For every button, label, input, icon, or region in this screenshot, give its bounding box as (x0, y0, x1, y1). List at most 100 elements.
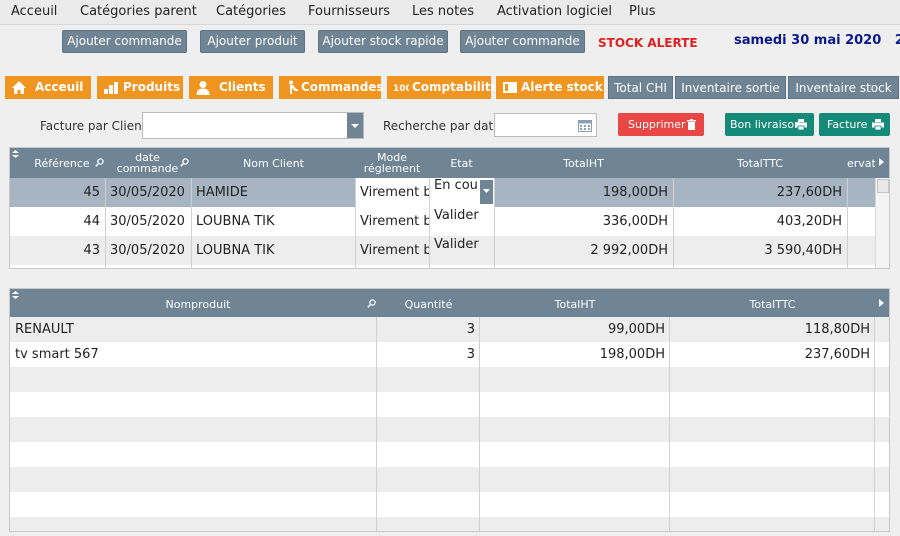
table-row[interactable]: tv smart 567 3 198,00DH 237,60DH (10, 342, 889, 367)
cell-mode: Virement b (355, 178, 429, 207)
table-row-empty (10, 467, 889, 492)
table-row[interactable]: 43 30/05/2020 LOUBNA TIK Virement b Vali… (10, 236, 875, 265)
client-select-toggle[interactable] (347, 113, 363, 138)
table-row-empty (10, 417, 889, 442)
table-row[interactable]: 44 30/05/2020 LOUBNA TIK Virement b Vali… (10, 207, 875, 236)
col-nom-client[interactable]: Nom Client (192, 148, 355, 178)
nav-clients-label: Clients (219, 80, 266, 94)
col-total-ht[interactable]: TotalHT (494, 148, 673, 178)
add-order-button[interactable]: Ajouter commande (62, 30, 187, 53)
col-divider (105, 178, 106, 268)
total-chi-button[interactable]: Total CHI (608, 76, 673, 99)
products-icon (104, 82, 118, 94)
orders-scrollbar-thumb[interactable] (877, 179, 889, 193)
col-date-commande[interactable]: date commande (115, 148, 180, 178)
search-icon[interactable] (95, 158, 104, 167)
table-row-empty (10, 492, 889, 517)
cell-quantite: 3 (466, 347, 475, 362)
client-filter-label: Facture par Client (40, 119, 147, 133)
client-select[interactable] (142, 112, 364, 139)
cell-total-ttc: 403,20DH (776, 214, 842, 229)
add-order-button-2[interactable]: Ajouter commande (460, 30, 585, 53)
cell-reference: 43 (83, 243, 100, 258)
nav-acceuil-label: Acceuil (35, 80, 84, 94)
nav-clients-button[interactable]: Clients (189, 76, 273, 99)
search-icon[interactable] (180, 158, 189, 167)
cell-client: LOUBNA TIK (196, 214, 275, 229)
orders-scrollbar[interactable] (875, 178, 889, 268)
menu-acceuil[interactable]: Acceuil (11, 4, 57, 19)
menu-les-notes[interactable]: Les notes (412, 4, 474, 19)
nav-produits-label: Produits (123, 80, 181, 94)
cell-date: 30/05/2020 (110, 214, 185, 229)
chevron-right-icon[interactable] (879, 158, 884, 166)
nav-commandes-button[interactable]: Commandes (279, 76, 384, 99)
chevron-right-icon[interactable] (879, 299, 884, 307)
percent-icon: 100 (393, 84, 409, 94)
invoice-button[interactable]: Facture (819, 113, 890, 136)
cell-etat: Valider (434, 208, 479, 223)
top-menu-bar: Acceuil Catégories parent Catégories Fou… (0, 0, 900, 25)
sort-icon[interactable] (12, 291, 19, 299)
table-row-empty (10, 367, 889, 392)
nav-commandes-label: Commandes (301, 80, 384, 94)
cell-total-ht: 336,00DH (602, 214, 668, 229)
col-reference[interactable]: Référence (20, 148, 104, 178)
col-divider (429, 178, 430, 268)
col-total-ht[interactable]: TotalHT (480, 289, 670, 319)
date-search-input[interactable] (494, 113, 597, 137)
add-stock-quick-button[interactable]: Ajouter stock rapide (318, 30, 448, 53)
nav-comptabilite-button[interactable]: 100 Comptabilité (387, 76, 499, 99)
cell-total-ttc: 3 590,40DH (764, 243, 842, 258)
add-product-button[interactable]: Ajouter produit (200, 30, 305, 53)
table-row[interactable]: 45 30/05/2020 HAMIDE Virement b En cou 1… (10, 178, 875, 207)
calendar-icon[interactable] (578, 119, 592, 132)
chevron-down-icon (351, 124, 359, 128)
sort-icon[interactable] (12, 150, 19, 158)
delivery-note-label: Bon livraison (730, 118, 802, 131)
search-icon[interactable] (367, 299, 376, 308)
col-divider (479, 317, 480, 531)
cell-total-ttc: 118,80DH (804, 322, 870, 337)
etat-select-toggle[interactable] (480, 180, 493, 204)
inventaire-stock-button[interactable]: Inventaire stock (788, 76, 899, 99)
inventaire-sortie-button[interactable]: Inventaire sortie (675, 76, 786, 99)
menu-activation-logiciel[interactable]: Activation logiciel (497, 4, 612, 19)
cell-client: HAMIDE (196, 185, 248, 200)
table-row-empty (10, 517, 889, 531)
col-mode-reglement[interactable]: Mode réglement (355, 148, 429, 178)
orders-icon (289, 80, 298, 94)
etat-select[interactable]: En cou (429, 178, 494, 207)
cell-reference: 44 (83, 214, 100, 229)
nav-acceuil-button[interactable]: Acceuil (5, 76, 91, 99)
col-nomproduit[interactable]: Nomproduit (20, 289, 376, 319)
col-total-ttc[interactable]: TotalTTC (670, 289, 875, 319)
col-total-ttc[interactable]: TotalTTC (673, 148, 847, 178)
delete-button[interactable]: Supprimer (618, 113, 704, 136)
stock-alert-link[interactable]: STOCK ALERTE (598, 36, 698, 50)
col-etat[interactable]: Etat (429, 148, 494, 178)
nav-alerte-stock-button[interactable]: Alerte stock (496, 76, 604, 99)
chevron-down-icon (483, 189, 490, 193)
etat-select-value: En cou (434, 178, 478, 193)
products-grid: Nomproduit Quantité TotalHT TotalTTC REN… (9, 288, 890, 532)
cell-total-ttc: 237,60DH (776, 185, 842, 200)
menu-plus[interactable]: Plus (629, 4, 655, 19)
svg-text:100: 100 (393, 84, 409, 94)
col-quantite[interactable]: Quantité (377, 289, 480, 319)
delivery-note-button[interactable]: Bon livraison (725, 113, 814, 136)
menu-categories[interactable]: Catégories (216, 4, 286, 19)
table-row[interactable]: RENAULT 3 99,00DH 118,80DH (10, 317, 889, 342)
orders-grid-header: Référence date commande Nom Client Mode … (10, 148, 889, 178)
cell-mode: Virement b (360, 214, 429, 229)
col-divider (874, 317, 875, 531)
col-observation[interactable]: ervat (847, 148, 875, 178)
user-icon (196, 81, 210, 95)
table-row-empty (10, 392, 889, 417)
cell-client: LOUBNA TIK (196, 243, 275, 258)
menu-categories-parent[interactable]: Catégories parent (80, 4, 197, 19)
cell-total-ht: 2 992,00DH (590, 243, 668, 258)
nav-produits-button[interactable]: Produits (97, 76, 183, 99)
date-filter-label: Recherche par date (383, 119, 501, 133)
menu-fournisseurs[interactable]: Fournisseurs (308, 4, 390, 19)
